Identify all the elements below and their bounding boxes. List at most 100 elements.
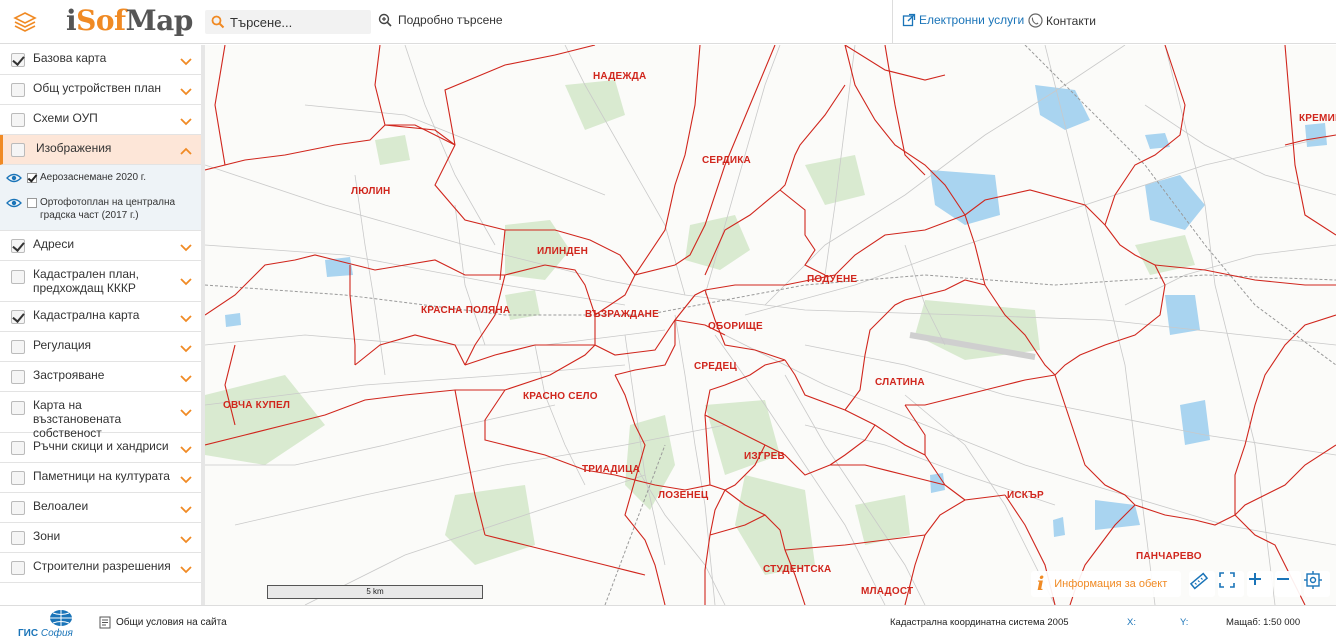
measure-button[interactable] [1189,571,1215,597]
logo-text-pre: i [66,4,77,37]
visibility-eye-icon[interactable] [6,172,22,184]
chevron-down-icon[interactable] [179,311,193,325]
layer-row[interactable]: Кадастрална карта [0,302,201,332]
layer-row[interactable]: Карта на възстановената собственост [0,392,201,440]
header-divider [892,0,893,44]
layer-checkbox[interactable] [11,270,25,284]
sublayer-label: Аерозаснемане 2020 г. [40,172,147,183]
district-label-sredets: СРЕДЕЦ [694,361,737,372]
header: iSofMap Подробно търсене Електронни услу… [0,0,1336,44]
layer-checkbox[interactable] [11,441,25,455]
district-label-nadezhda: НАДЕЖДА [593,71,647,82]
chevron-down-icon[interactable] [179,54,193,68]
layer-row[interactable]: Ръчни скици и хандриси [0,433,201,463]
layer-checkbox[interactable] [11,113,25,127]
district-label-poduyane: ПОДУЕНЕ [807,274,858,285]
sublayer-row[interactable]: Ортофотоплан на централна градска част (… [0,196,201,222]
gis-logo-main: ГИС [18,628,39,639]
chevron-up-icon[interactable] [179,144,193,158]
layer-row[interactable]: Строителни разрешения [0,553,201,583]
layer-label: Изображения [36,141,112,155]
layer-label: Кадастрална карта [33,308,140,322]
layer-label: Общ устройствен план [33,81,161,95]
fullscreen-icon [1219,572,1235,588]
contacts-link[interactable]: Контакти [1028,13,1096,28]
chevron-down-icon[interactable] [179,240,193,254]
sublayer-checkbox[interactable] [27,198,37,208]
zoom-in-button[interactable] [1247,571,1273,597]
layer-row[interactable]: Паметници на културата [0,463,201,493]
chevron-down-icon[interactable] [179,502,193,516]
layer-row[interactable]: Адреси [0,231,201,261]
layer-label: Схеми ОУП [33,111,98,125]
map-scale-bar: 5 km [267,585,483,599]
layer-label: Зони [33,529,61,543]
info-icon: i [1037,573,1045,595]
layer-checkbox[interactable] [11,310,25,324]
district-label-izgrev: ИЗГРЕВ [744,451,785,462]
locate-icon [1304,571,1322,589]
layer-row[interactable]: Застрояване [0,362,201,392]
search-box[interactable] [205,10,371,34]
logo-text-accent: Sof [76,4,126,37]
chevron-down-icon[interactable] [179,84,193,98]
chevron-down-icon[interactable] [179,114,193,128]
gis-sofia-logo[interactable]: ГИС София [18,609,98,641]
chevron-down-icon[interactable] [179,532,193,546]
terms-link[interactable]: Общи условия на сайта [99,616,227,629]
eservices-link[interactable]: Електронни услуги [902,13,1024,27]
layer-checkbox[interactable] [11,143,25,157]
layer-row[interactable]: Общ устройствен план [0,75,201,105]
layer-row[interactable]: Базова карта [0,45,201,75]
visibility-eye-icon[interactable] [6,197,22,209]
layer-row[interactable]: Схеми ОУП [0,105,201,135]
zoom-out-button[interactable] [1275,571,1301,597]
chevron-down-icon[interactable] [179,442,193,456]
advanced-search-link[interactable]: Подробно търсене [378,13,503,27]
sublayer-checkbox[interactable] [27,173,37,183]
minus-icon [1277,578,1289,580]
layer-label: Кадастрален план, предхождащ КККР [33,267,139,295]
layer-checkbox[interactable] [11,531,25,545]
district-label-pancharevo: ПАНЧАРЕВО [1136,551,1202,562]
layer-row[interactable]: Зони [0,523,201,553]
layer-checkbox[interactable] [11,501,25,515]
sublayer-label: Ортофотоплан на централна градска част (… [40,197,176,221]
chevron-down-icon[interactable] [179,371,193,385]
layer-label: Строителни разрешения [33,559,171,573]
layer-checkbox[interactable] [11,83,25,97]
layer-checkbox[interactable] [11,370,25,384]
layer-checkbox[interactable] [11,401,25,415]
isofmap-logo[interactable]: iSofMap [66,4,193,37]
layer-row[interactable]: Регулация [0,332,201,362]
district-label-iskar: ИСКЪР [1007,490,1044,501]
object-info-button[interactable]: i Информация за обект [1031,571,1181,597]
layer-row[interactable]: Велоалеи [0,493,201,523]
chevron-down-icon[interactable] [179,562,193,576]
sublayer-row[interactable]: Аерозаснемане 2020 г. [0,171,201,184]
district-boundaries [205,45,1336,605]
coordinate-system-label[interactable]: Кадастрална координатна система 2005 [890,617,1069,628]
map-base [205,45,1336,605]
chevron-down-icon[interactable] [179,472,193,486]
layer-checkbox[interactable] [11,239,25,253]
layer-checkbox[interactable] [11,340,25,354]
document-icon [99,616,111,629]
map-canvas[interactable]: НАДЕЖДА КРЕМИК СЕРДИКА ЛЮЛИН ИЛИНДЕН ПОД… [205,45,1336,605]
district-label-ilinden: ИЛИНДЕН [537,246,589,257]
full-extent-button[interactable] [1218,571,1244,597]
layer-checkbox[interactable] [11,561,25,575]
chevron-down-icon[interactable] [179,341,193,355]
chevron-down-icon[interactable] [179,405,193,419]
layer-row[interactable]: Кадастрален план, предхождащ КККР [0,261,201,302]
sublayer-panel: Аерозаснемане 2020 г. Ортофотоплан на цен… [0,165,201,231]
locate-button[interactable] [1304,571,1330,597]
chevron-down-icon[interactable] [179,274,193,288]
contacts-label: Контакти [1046,13,1096,28]
search-input[interactable] [230,14,360,30]
layer-checkbox[interactable] [11,53,25,67]
layer-row[interactable]: Изображения [0,135,201,165]
layer-checkbox[interactable] [11,471,25,485]
district-label-serdika: СЕРДИКА [702,155,751,166]
layers-toggle-button[interactable] [12,10,38,34]
